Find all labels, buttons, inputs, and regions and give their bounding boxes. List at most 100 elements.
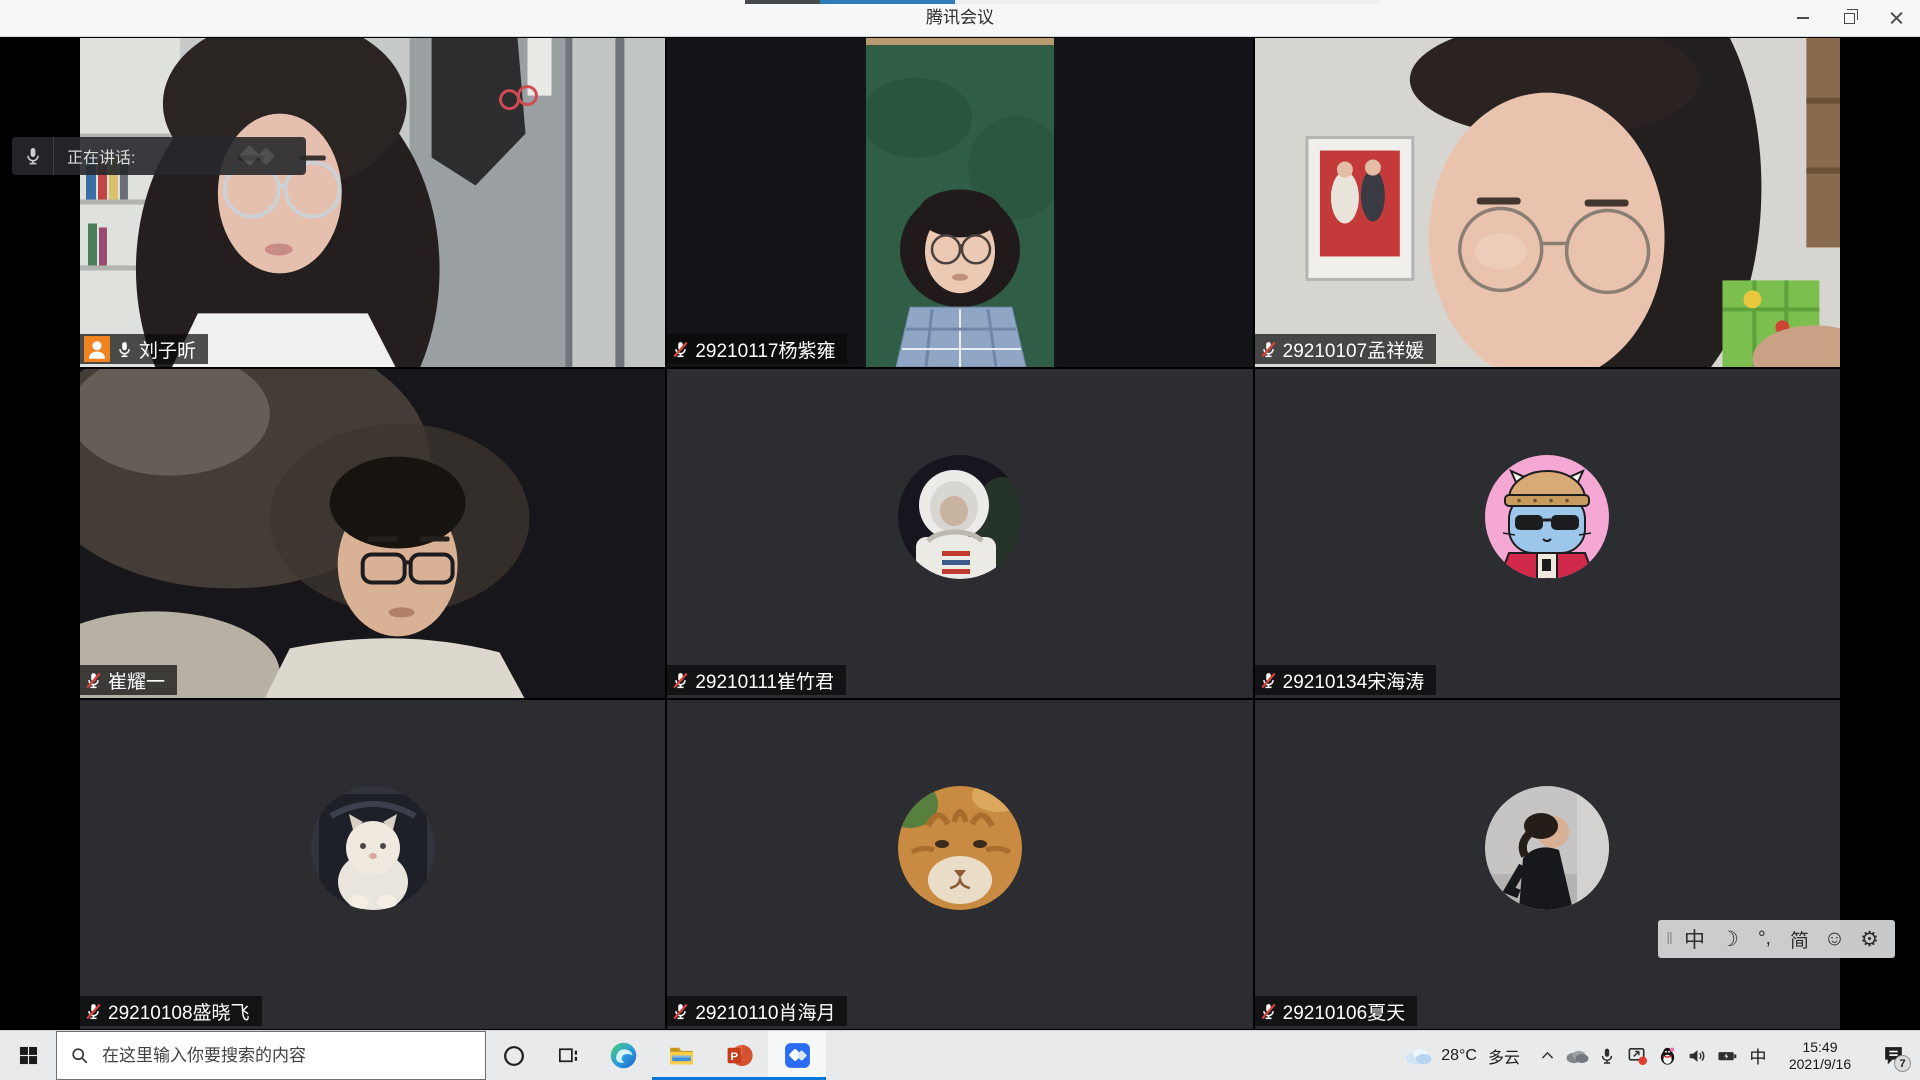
- taskbar-search[interactable]: [56, 1031, 486, 1080]
- chevron-up-icon: [1539, 1047, 1556, 1064]
- taskbar-app-edge[interactable]: [594, 1031, 652, 1080]
- weather-temperature: 28°C: [1441, 1047, 1477, 1065]
- restore-button[interactable]: [1826, 0, 1873, 36]
- participant-tile-mengxiangyuan[interactable]: 29210107孟祥媛: [1255, 38, 1840, 367]
- tray-volume[interactable]: [1682, 1031, 1712, 1080]
- microphone-icon: [12, 137, 54, 175]
- ime-settings-button-icon[interactable]: ⚙: [1852, 927, 1887, 952]
- mic-muted-icon: [1259, 1002, 1278, 1021]
- file-explorer-icon: [667, 1041, 696, 1070]
- mic-muted-icon: [671, 340, 690, 359]
- speaking-banner-label: 正在讲话:: [54, 144, 135, 168]
- ime-punctuation-toggle[interactable]: °,: [1747, 928, 1782, 950]
- search-icon: [71, 1047, 89, 1065]
- minimize-icon: [1797, 17, 1809, 19]
- close-icon: [1890, 12, 1903, 25]
- taskbar-weather[interactable]: 28°C 多云: [1393, 1031, 1532, 1080]
- edge-icon: [609, 1041, 638, 1070]
- taskbar-clock[interactable]: 15:49 2021/9/16: [1774, 1031, 1866, 1080]
- tray-ime-mode[interactable]: 中: [1742, 1031, 1774, 1080]
- participant-name: 29210106夏天: [1283, 998, 1406, 1025]
- taskbar-app-powerpoint[interactable]: P: [710, 1031, 768, 1080]
- speaker-icon: [1687, 1046, 1707, 1066]
- participant-name-tag: 29210117杨紫雍: [667, 334, 847, 364]
- participant-name-tag: 29210107孟祥媛: [1255, 334, 1437, 364]
- taskbar-app-file-explorer[interactable]: [652, 1031, 710, 1080]
- meeting-video-stage: 刘子昕: [0, 37, 1920, 1030]
- mic-muted-icon: [671, 671, 690, 690]
- tray-onedrive[interactable]: [1562, 1031, 1592, 1080]
- start-button[interactable]: [0, 1031, 56, 1080]
- windows-logo-icon: [19, 1046, 38, 1065]
- participant-avatar: [898, 786, 1022, 910]
- mic-muted-icon: [1259, 671, 1278, 690]
- participant-avatar: [898, 455, 1022, 579]
- ime-toolbar: ‖ 中 ☽ °, 简 ☺ ⚙: [1658, 920, 1895, 958]
- participant-name-tag: 崔耀一: [80, 665, 177, 695]
- ime-drag-handle[interactable]: ‖: [1666, 929, 1677, 949]
- tray-qq[interactable]: [1652, 1031, 1682, 1080]
- participant-tile-liuzixin[interactable]: 刘子昕: [80, 38, 665, 367]
- tray-microphone[interactable]: [1592, 1031, 1622, 1080]
- battery-icon: [1717, 1046, 1738, 1066]
- task-view-icon: [556, 1043, 581, 1068]
- mic-on-icon: [115, 340, 134, 359]
- onedrive-cloud-icon: [1565, 1048, 1589, 1064]
- participant-name-tag: 29210108盛晓飞: [80, 996, 262, 1026]
- powerpoint-icon: P: [725, 1041, 754, 1070]
- participant-tile-yangziyong[interactable]: 29210117杨紫雍: [667, 38, 1252, 367]
- participant-name-tag: 29210110肖海月: [667, 996, 847, 1026]
- participant-name: 29210110肖海月: [695, 998, 835, 1025]
- clock-time: 15:49: [1802, 1039, 1837, 1056]
- participant-name-tag: 29210106夏天: [1255, 996, 1418, 1026]
- cortana-button[interactable]: [486, 1031, 542, 1080]
- tencent-meeting-icon: [783, 1041, 812, 1070]
- close-button[interactable]: [1873, 0, 1920, 36]
- participant-name: 29210134宋海涛: [1283, 667, 1425, 694]
- taskbar-app-tencent-meeting[interactable]: [768, 1031, 826, 1080]
- participant-name: 崔耀一: [108, 667, 165, 694]
- ime-charset-toggle[interactable]: 简: [1782, 926, 1817, 953]
- action-center-button[interactable]: 7: [1866, 1031, 1920, 1080]
- task-view-button[interactable]: [542, 1031, 594, 1080]
- mic-muted-icon: [671, 1002, 690, 1021]
- participant-name: 29210111崔竹君: [695, 667, 834, 694]
- ime-fullwidth-toggle-icon[interactable]: ☽: [1712, 927, 1747, 952]
- participant-avatar: [1485, 455, 1609, 579]
- participant-name: 29210117杨紫雍: [695, 336, 835, 363]
- participant-tile-cuiyaoyi[interactable]: 崔耀一: [80, 369, 665, 698]
- ime-language-toggle[interactable]: 中: [1677, 924, 1712, 954]
- participant-name: 刘子昕: [139, 336, 196, 363]
- windows-taskbar: P 28°C 多云: [0, 1030, 1920, 1080]
- window-title: 腾讯会议: [0, 0, 1920, 36]
- clock-date: 2021/9/16: [1789, 1056, 1851, 1073]
- participant-avatar: [311, 786, 435, 910]
- desktop-screen: 腾讯会议: [0, 0, 1920, 1080]
- mic-muted-icon: [1259, 340, 1278, 359]
- participant-name: 29210107孟祥媛: [1283, 336, 1425, 363]
- participant-tile-shengxiaofei[interactable]: 29210108盛晓飞: [80, 700, 665, 1029]
- tray-battery[interactable]: [1712, 1031, 1742, 1080]
- screen-share-icon: [1627, 1045, 1648, 1066]
- participant-name-tag: 29210134宋海涛: [1255, 665, 1437, 695]
- background-window-edge: [745, 0, 1380, 4]
- weather-condition: 多云: [1488, 1044, 1520, 1068]
- participant-tile-xiatian[interactable]: 29210106夏天: [1255, 700, 1840, 1029]
- ime-emoji-button-icon[interactable]: ☺: [1817, 927, 1852, 951]
- meeting-logo-watermark-icon: [218, 141, 296, 176]
- host-member-badge-icon: [84, 336, 110, 362]
- speaking-banner: 正在讲话:: [12, 137, 306, 175]
- mic-muted-icon: [84, 1002, 103, 1021]
- participant-tile-xiaohaiyue[interactable]: 29210110肖海月: [667, 700, 1252, 1029]
- participant-tile-songhaitao[interactable]: 29210134宋海涛: [1255, 369, 1840, 698]
- participant-tile-cuizhujun[interactable]: 29210111崔竹君: [667, 369, 1252, 698]
- tray-show-hidden-icons[interactable]: [1532, 1031, 1562, 1080]
- mic-muted-icon: [84, 671, 103, 690]
- participant-grid: 刘子昕: [80, 38, 1840, 1029]
- svg-text:P: P: [730, 1051, 738, 1063]
- restore-icon: [1844, 13, 1855, 24]
- tray-meeting-share[interactable]: [1622, 1031, 1652, 1080]
- search-input[interactable]: [102, 1046, 442, 1066]
- minimize-button[interactable]: [1779, 0, 1826, 36]
- qq-penguin-icon: [1658, 1046, 1677, 1065]
